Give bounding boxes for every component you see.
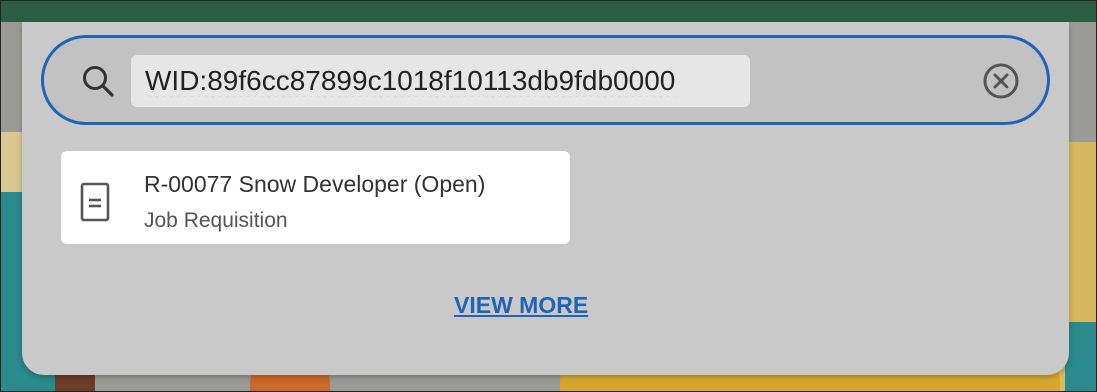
document-icon: [80, 182, 110, 222]
clear-circle-icon[interactable]: [981, 61, 1021, 101]
result-type: Job Requisition: [144, 209, 288, 232]
view-more-link[interactable]: VIEW MORE: [454, 292, 588, 319]
app-header-bar: [0, 0, 1097, 22]
search-input[interactable]: [131, 55, 750, 107]
search-icon[interactable]: [80, 63, 116, 99]
search-result-item[interactable]: R-00077 Snow Developer (Open) Job Requis…: [61, 151, 570, 244]
result-title: R-00077 Snow Developer (Open): [144, 171, 486, 197]
search-bar: [41, 35, 1050, 125]
